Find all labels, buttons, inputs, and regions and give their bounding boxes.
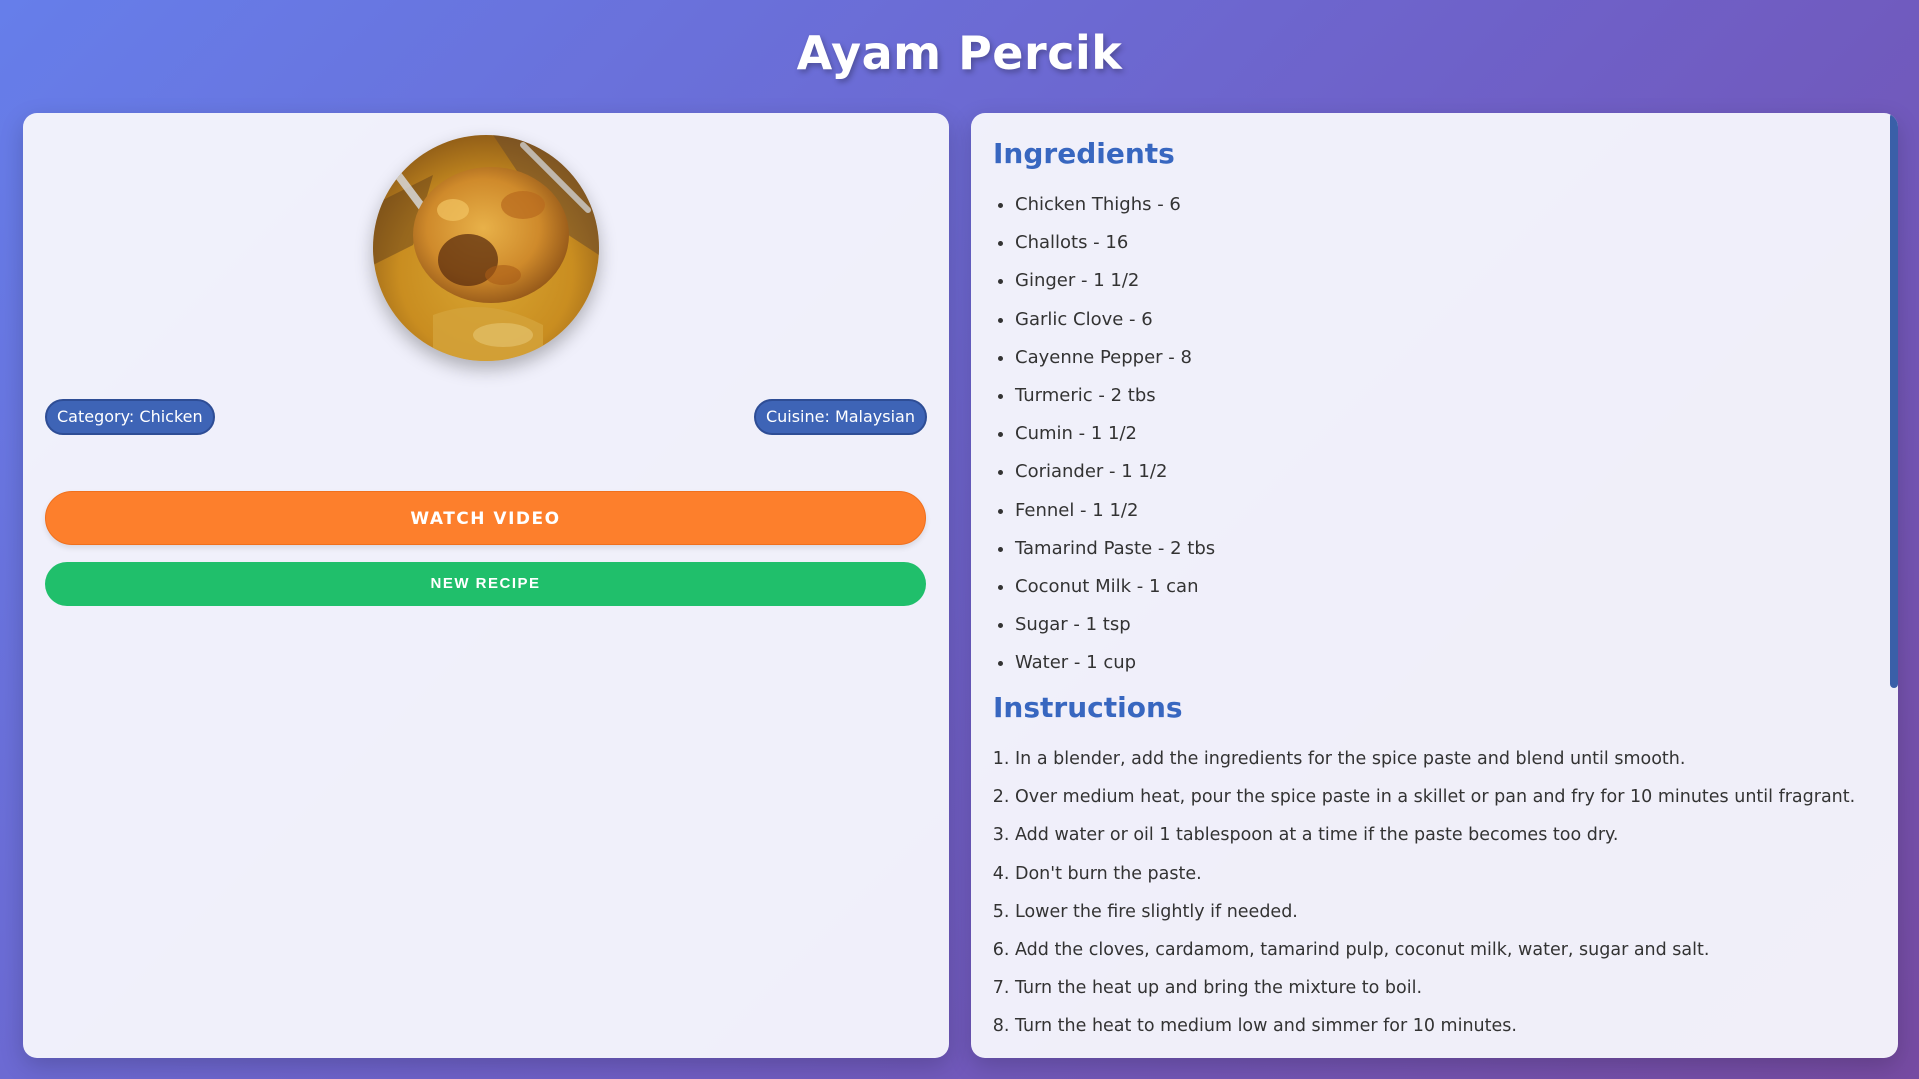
new-recipe-button[interactable]: NEW RECIPE xyxy=(45,562,926,606)
ingredients-list: Chicken Thighs - 6 Challots - 16 Ginger … xyxy=(993,186,1215,682)
instructions-heading: Instructions xyxy=(993,691,1183,724)
meal-card: Category: Chicken Cuisine: Malaysian WAT… xyxy=(23,113,949,1058)
ingredient-item: Tamarind Paste - 2 tbs xyxy=(1015,530,1215,568)
category-badge: Category: Chicken xyxy=(45,399,215,435)
instruction-step: Add the cloves, cardamom, tamarind pulp,… xyxy=(1015,931,1855,969)
instruction-step: Turn the heat up and bring the mixture t… xyxy=(1015,969,1855,1007)
ingredients-heading: Ingredients xyxy=(993,137,1175,170)
ingredient-item: Cumin - 1 1/2 xyxy=(1015,415,1215,453)
instruction-step: Turn the heat to medium low and simmer f… xyxy=(1015,1007,1855,1045)
cuisine-badge: Cuisine: Malaysian xyxy=(753,399,927,435)
instruction-step: Lower the fire slightly if needed. xyxy=(1015,893,1855,931)
instruction-step: Over medium heat, pour the spice paste i… xyxy=(1015,778,1855,816)
ingredient-item: Fennel - 1 1/2 xyxy=(1015,492,1215,530)
ingredient-item: Coriander - 1 1/2 xyxy=(1015,453,1215,491)
ingredient-item: Garlic Clove - 6 xyxy=(1015,301,1215,339)
ingredient-item: Turmeric - 2 tbs xyxy=(1015,377,1215,415)
ingredient-item: Coconut Milk - 1 can xyxy=(1015,568,1215,606)
instruction-step: Don't burn the paste. xyxy=(1015,855,1855,893)
ingredient-item: Cayenne Pepper - 8 xyxy=(1015,339,1215,377)
page-title: Ayam Percik xyxy=(796,26,1123,80)
instruction-step: Add water or oil 1 tablespoon at a time … xyxy=(1015,816,1855,854)
instructions-list: In a blender, add the ingredients for th… xyxy=(993,740,1855,1046)
recipe-details-panel[interactable]: Ingredients Chicken Thighs - 6 Challots … xyxy=(971,113,1898,1058)
ingredient-item: Water - 1 cup xyxy=(1015,644,1215,682)
meal-image xyxy=(373,135,599,361)
scrollbar-thumb[interactable] xyxy=(1890,113,1898,688)
ingredient-item: Chicken Thighs - 6 xyxy=(1015,186,1215,224)
instruction-step: In a blender, add the ingredients for th… xyxy=(1015,740,1855,778)
ingredient-item: Challots - 16 xyxy=(1015,224,1215,262)
meal-photo-graphic xyxy=(373,135,599,361)
ingredient-item: Ginger - 1 1/2 xyxy=(1015,262,1215,300)
watch-video-button[interactable]: WATCH VIDEO xyxy=(45,491,926,545)
ingredient-item: Sugar - 1 tsp xyxy=(1015,606,1215,644)
